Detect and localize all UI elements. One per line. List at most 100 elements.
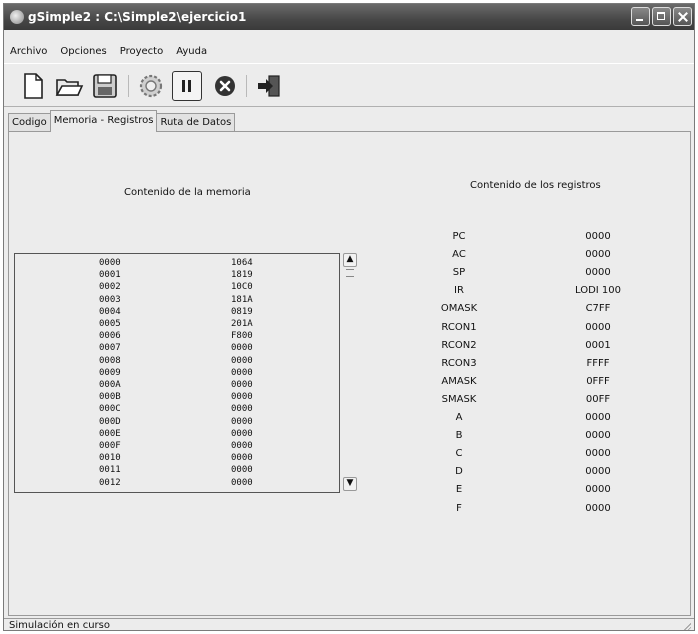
memory-value: 10C0 <box>231 282 253 293</box>
memory-row[interactable]: 000B 0000 <box>15 392 339 403</box>
memory-address: 000B <box>99 392 121 403</box>
memory-address: 0001 <box>99 270 121 281</box>
memory-row[interactable]: 0008 0000 <box>15 356 339 367</box>
register-value: 0000 <box>585 484 611 496</box>
tab-ruta-de-datos[interactable]: Ruta de Datos <box>156 113 236 132</box>
memory-address: 0008 <box>99 355 121 366</box>
registers-title: Contenido de los registros <box>470 180 601 191</box>
memory-value: 0000 <box>231 428 253 439</box>
memory-address: 0010 <box>99 453 121 464</box>
memory-row[interactable]: 000F 0000 <box>15 441 339 452</box>
scroll-down-arrow-icon[interactable]: ▼ <box>343 477 357 491</box>
memory-address: 0012 <box>99 477 121 488</box>
memory-address: 0002 <box>99 282 121 293</box>
maximize-button[interactable] <box>652 7 671 26</box>
memory-address: 0005 <box>99 319 121 329</box>
register-value: 0000 <box>585 430 611 442</box>
exit-button[interactable] <box>254 71 284 101</box>
open-button[interactable] <box>54 71 84 101</box>
settings-button[interactable] <box>136 71 166 101</box>
memory-value: 0000 <box>231 380 253 390</box>
menu-proyecto[interactable]: Proyecto <box>114 46 170 57</box>
register-name: E <box>455 484 463 496</box>
pause-icon <box>182 80 191 92</box>
toolbar-separator <box>246 75 247 97</box>
register-name: AMASK <box>441 375 477 387</box>
register-value: FFFF <box>586 357 610 369</box>
memory-row[interactable]: 0009 0000 <box>15 368 339 379</box>
memory-address: 0000 <box>99 258 121 268</box>
memory-address: 000D <box>99 416 121 427</box>
scroll-thumb[interactable] <box>346 269 354 277</box>
open-folder-icon <box>55 79 84 96</box>
scroll-up-arrow-icon[interactable]: ▲ <box>343 253 357 267</box>
new-file-button[interactable] <box>18 71 48 101</box>
register-value: 0000 <box>585 249 611 261</box>
status-bar: Simulación en curso <box>4 618 694 631</box>
memory-row[interactable]: 0004 0819 <box>15 307 339 318</box>
tab-memoria-registros[interactable]: Memoria - Registros <box>49 110 158 132</box>
minimize-button[interactable] <box>631 7 650 26</box>
register-value: 0000 <box>585 502 611 514</box>
memory-value: 1064 <box>231 258 253 268</box>
memory-row[interactable]: 000A 0000 <box>15 380 339 391</box>
memory-value: 181A <box>231 294 253 305</box>
memory-row[interactable]: 000D 0000 <box>15 417 339 428</box>
register-name: IR <box>454 285 464 297</box>
register-name: SP <box>452 267 466 279</box>
memory-row[interactable]: 0011 0000 <box>15 465 339 476</box>
register-name: RCON3 <box>441 357 477 369</box>
memory-row[interactable]: 0007 0000 <box>15 343 339 354</box>
close-button[interactable] <box>673 7 692 26</box>
stop-button[interactable] <box>210 71 240 101</box>
memory-value: F800 <box>231 331 253 342</box>
memory-row[interactable]: 0002 10C0 <box>15 282 339 293</box>
new-file-icon <box>24 73 43 99</box>
save-disk-icon <box>93 74 117 98</box>
memory-address: 000A <box>99 380 121 390</box>
memory-address: 000E <box>99 428 121 439</box>
menu-ayuda[interactable]: Ayuda <box>170 46 214 57</box>
stop-x-circle-icon <box>215 76 235 96</box>
memory-value: 0819 <box>231 306 253 317</box>
register-name: F <box>456 502 462 514</box>
menu-opciones[interactable]: Opciones <box>54 46 113 57</box>
memory-address: 0011 <box>99 465 121 476</box>
memory-value: 0000 <box>231 392 253 403</box>
memory-row[interactable]: 0000 1064 <box>15 258 339 269</box>
memory-row[interactable]: 0012 0000 <box>15 478 339 489</box>
memory-list[interactable]: 0000 1064 0001 1819 0002 10C0 0003 181A 0004 0819… <box>14 253 340 493</box>
memory-value: 0000 <box>231 441 253 451</box>
menu-archivo[interactable]: Archivo <box>4 46 54 57</box>
title-bar[interactable]: gSimple2 : C:\Simple2\ejercicio1 <box>4 4 694 30</box>
memory-row[interactable]: 0003 181A <box>15 295 339 306</box>
memory-row[interactable]: 000E 0000 <box>15 429 339 440</box>
memory-row[interactable]: 000C 0000 <box>15 404 339 415</box>
memory-value: 0000 <box>231 416 253 427</box>
memory-row[interactable]: 0006 F800 <box>15 331 339 342</box>
register-name: PC <box>452 231 466 242</box>
window-controls <box>631 7 692 26</box>
register-value: 0000 <box>585 412 611 423</box>
memory-value: 0000 <box>231 465 253 476</box>
status-text: Simulación en curso <box>9 620 110 631</box>
memory-value: 1819 <box>231 270 253 281</box>
memory-row[interactable]: 0005 201A <box>15 319 339 330</box>
pause-button[interactable] <box>172 71 202 101</box>
gear-icon <box>139 74 163 98</box>
register-value: 0000 <box>585 231 611 242</box>
register-name: C <box>455 448 463 460</box>
register-name: D <box>455 466 463 478</box>
tab-codigo[interactable]: Codigo <box>8 113 51 132</box>
memory-value: 0000 <box>231 355 253 366</box>
memory-row[interactable]: 0001 1819 <box>15 270 339 281</box>
memory-scrollbar[interactable]: ▲ ▼ <box>342 253 358 493</box>
memory-address: 000F <box>99 441 121 451</box>
register-value: 00FF <box>585 393 611 405</box>
resize-grip-icon[interactable] <box>682 622 691 630</box>
memory-row[interactable]: 0010 0000 <box>15 453 339 464</box>
save-button[interactable] <box>90 71 120 101</box>
memory-value: 201A <box>231 319 253 329</box>
register-value: 0001 <box>585 339 611 351</box>
toolbar-separator <box>128 75 129 97</box>
